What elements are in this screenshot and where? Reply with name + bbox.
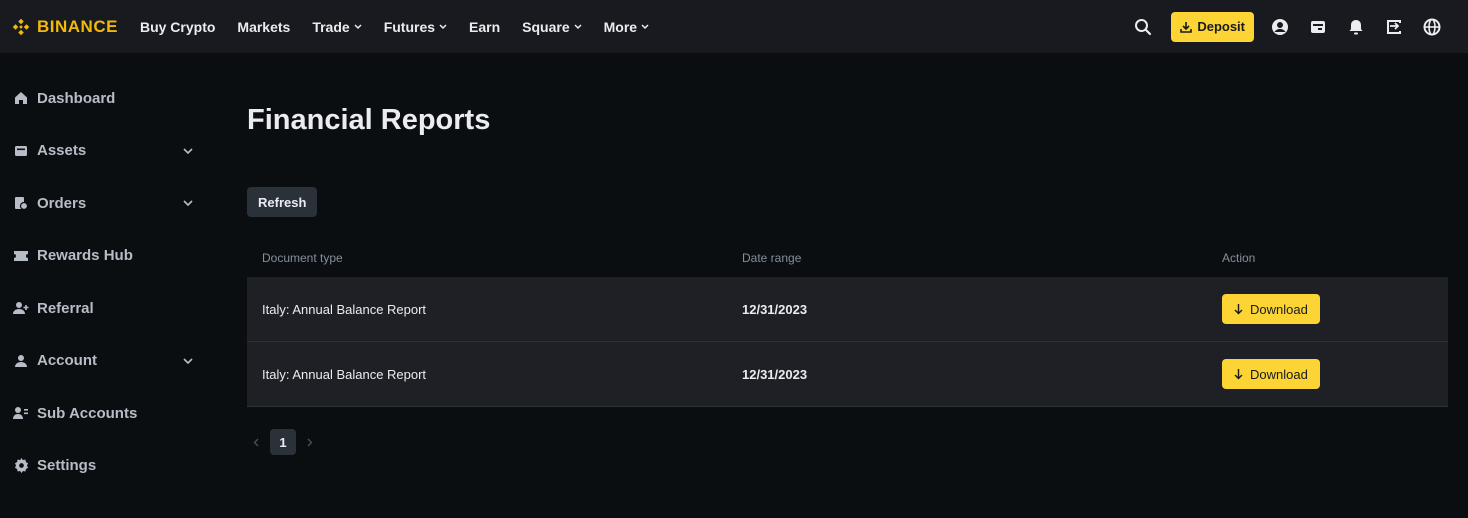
reports-table: Document type Date range Action Italy: A… xyxy=(247,238,1448,407)
gear-icon xyxy=(12,457,30,475)
table-row: Italy: Annual Balance Report 12/31/2023 … xyxy=(247,277,1448,342)
header-actions: Deposit xyxy=(1133,0,1468,53)
notifications-button[interactable] xyxy=(1346,17,1366,37)
nav-label: Earn xyxy=(469,18,501,35)
sidebar-item-label: Settings xyxy=(37,457,97,475)
pagination: 1 xyxy=(247,429,319,455)
download-button[interactable]: Download xyxy=(1222,294,1320,324)
sidebar-item-account[interactable]: Account xyxy=(0,335,210,388)
nav-buy-crypto[interactable]: Buy Crypto xyxy=(140,19,215,35)
sidebar: Dashboard Assets Orders Rewards Hub Refe… xyxy=(0,72,210,492)
sidebar-item-assets[interactable]: Assets xyxy=(0,125,210,178)
sidebar-item-label: Referral xyxy=(37,299,94,317)
chevron-down-icon xyxy=(182,358,194,364)
table-row: Italy: Annual Balance Report 12/31/2023 … xyxy=(247,342,1448,407)
sidebar-item-rewards-hub[interactable]: Rewards Hub xyxy=(0,230,210,283)
nav-more[interactable]: More xyxy=(604,19,649,35)
sidebar-item-settings[interactable]: Settings xyxy=(0,440,210,493)
user-button[interactable] xyxy=(1270,17,1290,37)
sidebar-item-label: Assets xyxy=(37,142,87,160)
binance-diamond-icon xyxy=(12,18,30,35)
action-cell: Download xyxy=(1207,294,1448,324)
nav-label: Trade xyxy=(312,18,350,35)
document-type-cell: Italy: Annual Balance Report xyxy=(262,301,427,317)
sidebar-item-orders[interactable]: Orders xyxy=(0,177,210,230)
chevron-down-icon xyxy=(574,23,582,29)
chevron-down-icon xyxy=(641,23,649,29)
sidebar-item-dashboard[interactable]: Dashboard xyxy=(0,72,210,125)
nav-earn[interactable]: Earn xyxy=(469,19,500,35)
page-title: Financial Reports xyxy=(247,104,491,136)
date-range-cell: 12/31/2023 xyxy=(742,301,808,317)
bell-icon xyxy=(1349,19,1363,34)
arrow-down-icon xyxy=(1234,303,1243,314)
binance-logo[interactable]: BINANCE xyxy=(10,16,118,38)
sidebar-item-label: Account xyxy=(37,352,97,370)
nav-trade[interactable]: Trade xyxy=(312,18,362,35)
chevron-down-icon xyxy=(354,23,362,29)
sidebar-item-sub-accounts[interactable]: Sub Accounts xyxy=(0,387,210,440)
transfer-icon xyxy=(1387,19,1401,34)
wallet-icon xyxy=(1311,20,1325,33)
search-button[interactable] xyxy=(1133,17,1153,37)
main-nav: Buy Crypto Markets Trade Futures Earn Sq… xyxy=(140,19,671,35)
sub-accounts-icon xyxy=(12,404,30,422)
nav-label: More xyxy=(603,18,638,35)
ticket-icon xyxy=(12,247,30,265)
nav-label: Square xyxy=(522,18,570,35)
home-icon xyxy=(12,89,30,107)
date-range-cell: 12/31/2023 xyxy=(742,366,808,382)
nav-label: Buy Crypto xyxy=(139,18,216,35)
wallet-icon xyxy=(12,142,30,160)
chevron-down-icon xyxy=(182,148,194,154)
action-cell: Download xyxy=(1207,359,1448,389)
column-header-date-range: Date range xyxy=(742,250,802,265)
wallet-button[interactable] xyxy=(1308,17,1328,37)
download-label: Download xyxy=(1250,366,1308,382)
chevron-down-icon xyxy=(182,200,194,207)
refresh-button[interactable]: Refresh xyxy=(247,187,318,217)
download-button[interactable]: Download xyxy=(1222,359,1320,389)
top-navbar: BINANCE Buy Crypto Markets Trade Futures… xyxy=(0,0,1468,53)
table-header: Document type Date range Action xyxy=(247,238,1448,277)
person-icon xyxy=(12,352,30,370)
chevron-left-icon xyxy=(253,438,259,446)
sidebar-item-label: Sub Accounts xyxy=(37,404,138,422)
document-type-cell: Italy: Annual Balance Report xyxy=(262,366,427,382)
download-icon xyxy=(1180,21,1193,33)
nav-markets[interactable]: Markets xyxy=(237,19,290,35)
orders-icon xyxy=(12,194,30,212)
language-button[interactable] xyxy=(1422,17,1442,37)
sidebar-item-referral[interactable]: Referral xyxy=(0,282,210,335)
nav-square[interactable]: Square xyxy=(522,18,582,35)
prev-page-button[interactable] xyxy=(247,438,265,447)
globe-icon xyxy=(1423,18,1441,35)
download-label: Download xyxy=(1250,301,1308,317)
column-header-action: Action xyxy=(1222,250,1256,265)
sidebar-item-label: Dashboard xyxy=(37,89,116,107)
arrow-down-icon xyxy=(1234,368,1243,379)
user-icon xyxy=(1272,18,1288,35)
search-icon xyxy=(1135,18,1152,35)
deposit-label: Deposit xyxy=(1197,19,1245,34)
deposit-button[interactable]: Deposit xyxy=(1171,11,1254,42)
chevron-right-icon xyxy=(307,438,313,446)
nav-label: Markets xyxy=(237,18,291,35)
transfer-button[interactable] xyxy=(1384,17,1404,37)
add-user-icon xyxy=(12,299,30,317)
chevron-down-icon xyxy=(439,23,447,29)
next-page-button[interactable] xyxy=(301,438,319,447)
nav-futures[interactable]: Futures xyxy=(384,19,447,35)
page-number[interactable]: 1 xyxy=(270,429,296,455)
sidebar-item-label: Orders xyxy=(37,194,87,212)
brand-name: BINANCE xyxy=(37,16,118,36)
sidebar-item-label: Rewards Hub xyxy=(37,247,133,265)
nav-label: Futures xyxy=(383,18,436,35)
column-header-document-type: Document type xyxy=(262,250,343,265)
